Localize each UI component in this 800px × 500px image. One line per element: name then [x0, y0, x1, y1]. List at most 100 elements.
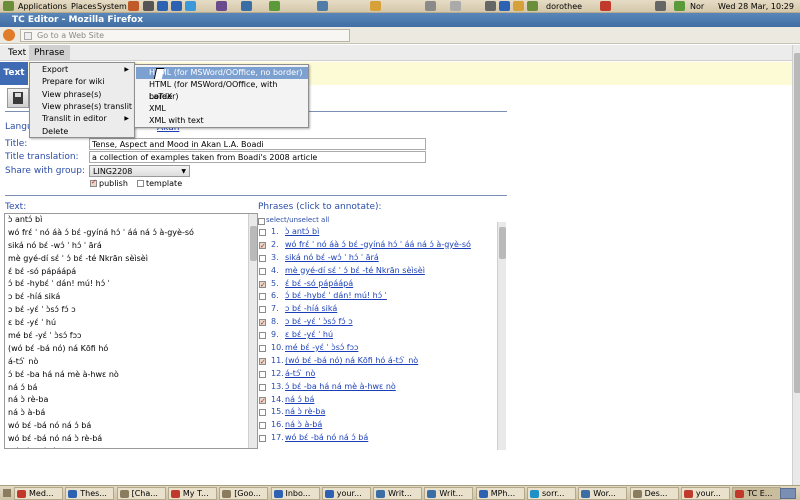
text-scrollbar[interactable] [248, 214, 257, 448]
title-field[interactable]: Tense, Aspect and Mood in Akan L.A. Boad… [89, 138, 426, 150]
phrase-checkbox[interactable] [259, 267, 266, 275]
taskbar-button[interactable]: your... [680, 487, 730, 500]
taskbar-button[interactable]: [Goo... [219, 487, 269, 500]
phrase-menu-item[interactable]: View phrase(s) [30, 89, 134, 101]
phrase-link[interactable]: ɔ bɛ́ -híá siká [285, 303, 337, 316]
taskbar-button[interactable]: MPh... [475, 487, 525, 500]
menu-text[interactable]: Text [3, 45, 31, 61]
power-tray-icon[interactable] [600, 1, 611, 11]
text-line[interactable]: (wó bɛ́ -bá nó) ná Kōfi hó [5, 343, 257, 356]
text-line[interactable]: mè rè-kyèrɛ́ ˈ [5, 446, 257, 448]
tab-text[interactable]: Text [0, 62, 28, 85]
image-viewer-launcher-icon[interactable] [216, 1, 227, 11]
phrase-checkbox[interactable] [259, 395, 266, 407]
phrase-checkbox[interactable] [259, 317, 266, 330]
user-name[interactable]: dorothee [546, 1, 582, 12]
select-all-checkbox[interactable] [258, 218, 265, 225]
url-bar[interactable]: Go to a Web Site [20, 29, 350, 42]
text-line[interactable]: wó bɛ́ -bá nó ná ɔ́ bá [5, 420, 257, 433]
network-tray-icon[interactable] [485, 1, 496, 11]
menu-phrase[interactable]: Phrase [29, 45, 70, 61]
phrase-link[interactable]: mé bɛ́ -yɛ́ ˈ ɔ̀sɔ́ fɔɔ [285, 342, 358, 355]
phrase-link[interactable]: ɔ́ bɛ́ -ba há ná mè à-hwɛ nò [285, 381, 396, 394]
bluetooth-tray-icon[interactable] [499, 1, 510, 11]
share-group-select[interactable]: LING2208 ▼ [89, 165, 190, 177]
taskbar-button[interactable]: TC E... [732, 487, 782, 500]
phrase-link[interactable]: wó frɛ́ ˈ nó áà ɔ́ bɛ́ -gyíná hɔ́ ˈ áá n… [285, 239, 471, 252]
text-line[interactable]: wó frɛ́ ˈ nó áà ɔ́ bɛ́ -gyíná hɔ́ ˈ áá n… [5, 227, 257, 240]
phrase-scrollbar[interactable] [497, 222, 506, 450]
title-translation-field[interactable]: a collection of examples taken from Boad… [89, 151, 426, 163]
phrase-menu-item[interactable]: Export ▶ [30, 64, 134, 76]
phrase-checkbox[interactable] [259, 409, 266, 417]
taskbar-button[interactable]: Writ... [373, 487, 423, 500]
text-line[interactable]: mè gyé-dí sɛ́ ˈ ɔ́ bɛ́ -té Nkrān sèìsèì [5, 253, 257, 266]
text-line[interactable]: ɛ bɛ́ -yɛ́ ˈ hú [5, 317, 257, 330]
phrase-checkbox[interactable] [259, 422, 266, 430]
taskbar-button[interactable]: sorr... [527, 487, 576, 500]
phrase-checkbox[interactable] [259, 383, 266, 391]
taskbar-button[interactable]: Thes... [65, 487, 115, 500]
phrase-menu-item[interactable]: View phrase(s) translit [30, 101, 134, 113]
text-line[interactable]: ná ɔ̀ à-bá [5, 407, 257, 420]
phrase-checkbox[interactable] [259, 240, 266, 253]
text-line[interactable]: ɔ bɛ́ -yɛ́ ˈ ɔ̀sɔ́ fɔ́ ɔ [5, 304, 257, 317]
phrase-link[interactable]: (wó bɛ́ -bá nó) ná Kōfi hó á-tɔ́ ̀ nò [285, 355, 418, 368]
screen-launcher-icon[interactable] [450, 1, 461, 11]
select-all-label[interactable]: select/unselect all [266, 216, 329, 224]
printer-launcher-icon[interactable] [425, 1, 436, 11]
skype-launcher-icon[interactable] [185, 1, 196, 11]
writer-launcher-icon[interactable] [241, 1, 252, 11]
phrase-link[interactable]: ɔ́ bɛ́ -hybɛ́ ˈ dán! mú! hɔ́ ˈ [285, 290, 387, 303]
system-menu[interactable]: System [97, 1, 127, 12]
taskbar-button[interactable]: My T... [167, 487, 217, 500]
thunderbird-launcher-icon[interactable] [171, 1, 182, 11]
phrase-link[interactable]: ná ɔ̀ rè-ba [285, 406, 325, 419]
folder-launcher-icon[interactable] [370, 1, 381, 11]
export-menu-item[interactable]: LaTeX [136, 91, 308, 103]
window-scrollbar[interactable] [792, 45, 800, 485]
volume-tray-icon[interactable] [655, 1, 666, 11]
window-scrollbar-thumb[interactable] [794, 53, 800, 393]
template-checkbox[interactable] [137, 180, 144, 187]
distro-logo-icon[interactable] [3, 1, 14, 11]
text-line[interactable]: á-tɔ́ ̀ nò [5, 356, 257, 369]
text-editor[interactable]: ɔ̀ antɔ́ bì wó frɛ́ ˈ nó áà ɔ́ bɛ́ -gyíná… [4, 213, 258, 449]
save-icon[interactable] [7, 88, 29, 108]
phrase-link[interactable]: ɔ̀ antɔ́ bì [285, 226, 319, 239]
taskbar-button[interactable]: your... [321, 487, 371, 500]
text-line[interactable]: ná ɔ́ bá [5, 382, 257, 395]
text-line[interactable]: wó bɛ́ -bá nó ná ɔ̀ rè-bá [5, 433, 257, 446]
phrase-scrollbar-thumb[interactable] [499, 227, 506, 259]
phrase-checkbox[interactable] [259, 345, 266, 353]
text-scrollbar-thumb[interactable] [250, 226, 257, 261]
places-menu[interactable]: Places [71, 1, 96, 12]
phrase-link[interactable]: ná ɔ́ bá [285, 394, 314, 407]
phrase-checkbox[interactable] [259, 254, 266, 262]
phrase-checkbox[interactable] [259, 435, 266, 443]
phrase-link[interactable]: ɛ bɛ́ -yɛ́ ˈ hú [285, 329, 333, 342]
calc-launcher-icon[interactable] [269, 1, 280, 11]
taskbar-button[interactable]: Inbo... [270, 487, 320, 500]
help-launcher-icon[interactable] [157, 1, 168, 11]
phrase-link[interactable]: wó bɛ́ -bá nó ná ɔ́ bá [285, 432, 368, 445]
export-menu-item[interactable]: XML [136, 103, 308, 115]
phrase-menu-item[interactable]: Translit in editor ▶ [30, 113, 134, 125]
text-line[interactable]: ná ɔ̀ rè-ba [5, 394, 257, 407]
phrase-checkbox[interactable] [259, 293, 266, 301]
phrase-link[interactable]: ɛ́ bɛ́ -só pápáápá [285, 278, 353, 291]
battery-tray-icon[interactable] [674, 1, 685, 11]
keyboard-locale[interactable]: Nor [690, 1, 704, 12]
text-line[interactable]: mé bɛ́ -yɛ́ ˈ ɔ̀sɔ́ fɔɔ [5, 330, 257, 343]
phrase-link[interactable]: á-tɔ́ ̀ nò [285, 368, 315, 381]
phrase-link[interactable]: ná ɔ̀ à-bá [285, 419, 322, 432]
firefox-icon[interactable] [3, 29, 15, 41]
export-menu-item[interactable]: XML with text [136, 115, 308, 127]
terminal-launcher-icon[interactable] [143, 1, 154, 11]
phrase-checkbox[interactable] [259, 356, 266, 369]
phrase-checkbox[interactable] [259, 332, 266, 340]
phrase-menu-item[interactable]: Prepare for wiki [30, 76, 134, 88]
phrase-link[interactable]: mè gyé-dí sɛ́ ˈ ɔ́ bɛ́ -té Nkrān sèìsèì [285, 265, 425, 278]
phrase-link[interactable]: ɔ bɛ́ -yɛ́ ˈ ɔ̀sɔ́ fɔ́ ɔ [285, 316, 353, 329]
show-desktop-icon[interactable] [3, 489, 11, 497]
